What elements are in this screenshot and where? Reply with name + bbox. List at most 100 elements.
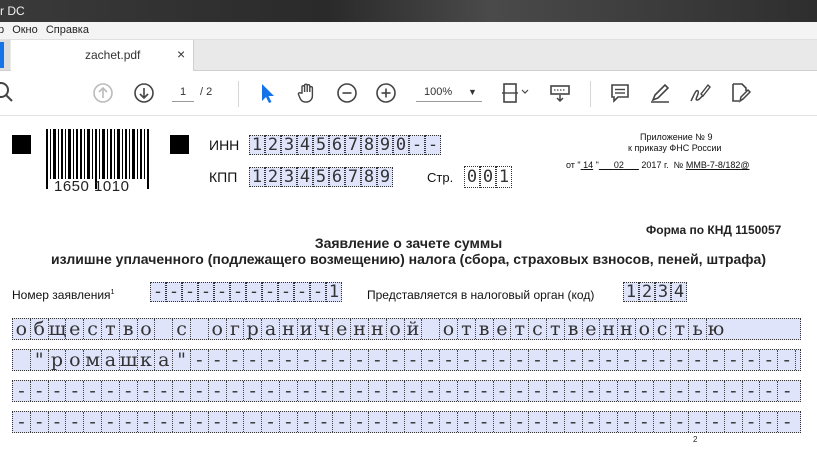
name-char-cell: - [155,381,174,401]
zoom-in-icon[interactable] [374,81,398,105]
name-char-cell: - [66,381,85,401]
window-title: r DC [0,4,25,18]
organization-name-row[interactable]: ----------------------------------------… [12,411,801,433]
comment-icon[interactable] [608,81,632,105]
name-char-cell: т [458,319,476,339]
name-char-cell: - [316,381,334,401]
name-char-cell: - [31,412,49,432]
menu-item-window[interactable]: Окно [12,22,43,39]
inn-cell: - [425,135,441,155]
name-char-cell: - [405,350,423,370]
inn-cell: 1 [249,135,265,155]
name-char-cell: м [84,350,102,370]
name-char-cell [191,319,209,339]
name-char-cell: в [476,319,494,339]
inn-cell: 7 [345,135,361,155]
page-number-input[interactable]: 1 [172,83,194,102]
name-char-cell: - [760,350,779,370]
name-char-cell: - [476,381,494,401]
kpp-label: КПП [209,169,238,185]
previous-page-icon[interactable] [91,81,115,105]
inn-cell: 8 [361,135,377,155]
name-char-cell: - [565,350,583,370]
app-number-cell: - [182,282,198,302]
name-char-cell: - [191,412,209,432]
name-char-cell: - [155,412,174,432]
application-number-label: Номер заявления1 [12,288,115,302]
app-number-cell: - [294,282,310,302]
organization-name-row[interactable]: ----------------------------------------… [12,380,801,402]
name-char-cell: н [351,319,369,339]
name-char-cell: - [583,350,601,370]
tax-authority-code-field[interactable]: 1 2 3 4 [623,282,687,302]
name-char-cell: - [351,412,369,432]
home-tab-partial[interactable] [0,40,10,70]
zoom-out-icon[interactable] [335,81,359,105]
inn-field[interactable]: 1 2 3 4 5 6 7 8 9 0 - - [249,135,441,155]
name-char-cell: - [636,381,654,401]
sign-icon[interactable] [688,81,712,105]
search-icon[interactable] [0,81,16,105]
name-char-cell: - [494,350,512,370]
tax-code-cell: 1 [623,282,639,302]
page-cell: 0 [480,166,496,188]
menu-item-partial[interactable]: р [0,22,9,39]
name-char-cell: - [405,381,423,401]
name-char-cell: - [707,381,725,401]
application-number-field[interactable]: - - - - - - - - - - - 1 [150,282,342,302]
organization-name-row[interactable]: " р о м а ш к а " - - - - - - - - - - - - - - - - - - - - - - - - - - - - - - -… [12,349,801,371]
document-tab[interactable]: zachet.pdf × [11,40,194,71]
next-page-icon[interactable] [132,81,156,105]
name-char-cell: с [654,319,672,339]
name-char-cell: - [671,350,690,370]
name-char-cell: е [66,319,85,339]
organization-name-row[interactable]: общество с ограниченной ответственностью [12,318,801,340]
zoom-level-select[interactable]: 100% ▼ [416,83,482,102]
name-char-cell: - [244,350,263,370]
kpp-cell: 1 [249,167,265,187]
name-char-cell: - [725,381,743,401]
name-char-cell: - [369,350,387,370]
name-char-cell: - [654,381,672,401]
name-char-cell: - [440,381,458,401]
name-char-cell: - [120,381,138,401]
name-char-cell: - [600,381,619,401]
name-char-cell: - [583,412,601,432]
scroll-mode-icon[interactable] [548,81,572,105]
tax-code-cell: 3 [655,282,671,302]
kpp-field[interactable]: 1 2 3 4 5 6 7 8 9 [249,167,393,187]
footnote-marker: 1 [110,289,115,296]
name-char-cell: - [387,350,405,370]
order-year: 2017 г. [641,160,669,170]
kpp-cell: 9 [377,167,393,187]
name-char-cell: о [66,350,85,370]
name-char-cell: - [244,381,263,401]
app-number-cell: - [230,282,246,302]
name-char-cell: щ [48,318,67,340]
name-char-cell: а [262,319,280,339]
fit-page-icon[interactable] [500,81,530,105]
name-char-cell: - [84,412,102,432]
name-char-cell: - [280,412,298,432]
order-date-prefix: от " [566,160,581,170]
close-tab-icon[interactable]: × [177,46,185,62]
menu-item-help[interactable]: Справка [46,22,94,39]
order-day: 14 [583,160,594,170]
hand-tool-icon[interactable] [295,81,319,105]
name-char-cell: с [84,319,102,339]
name-char-cell: р [244,319,263,339]
name-char-cell: с [529,319,547,339]
name-char-cell: - [49,381,67,401]
page-number-field[interactable]: 0 0 1 [464,166,512,188]
name-char-cell: е [333,319,352,339]
highlight-pen-icon[interactable] [648,81,672,105]
name-char-cell: - [511,412,530,432]
name-char-cell: е [583,319,601,339]
app-number-cell: - [214,282,230,302]
name-char-cell: т [671,319,690,339]
inn-cell: 4 [297,135,313,155]
form-heading-line2: излишне уплаченного (подлежащего возмеще… [50,251,767,267]
name-char-cell: - [565,412,583,432]
fill-and-sign-icon[interactable] [728,81,752,105]
select-cursor-icon[interactable] [256,81,280,105]
